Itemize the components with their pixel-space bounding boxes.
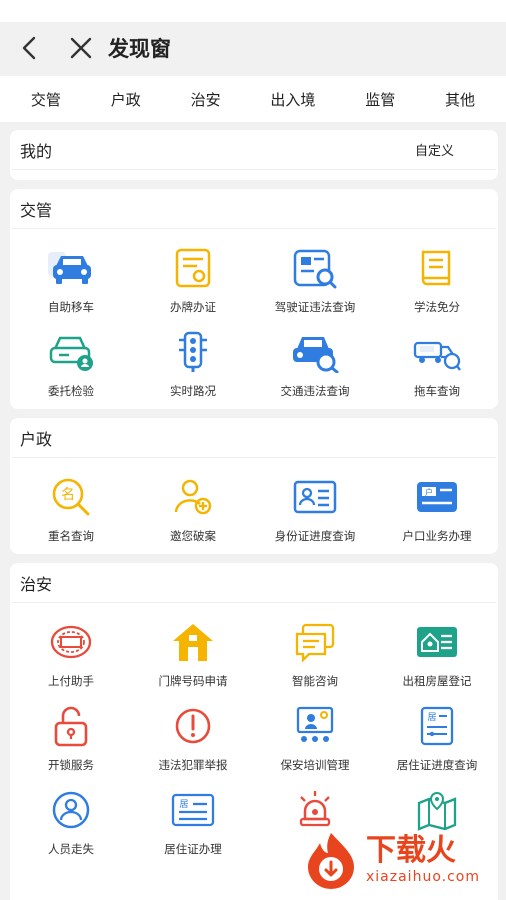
- service-plate-license[interactable]: 办牌办证: [132, 235, 254, 319]
- residence-card-icon: 居: [168, 787, 218, 833]
- car-icon: [46, 245, 96, 291]
- service-label: 违法犯罪举报: [158, 758, 228, 772]
- section-jiaoguan: 交管 自助移车 办牌办证 驾驶证违法查询 学法免分 委托检验 实时路况 交通违法…: [10, 189, 498, 409]
- license-search-icon: [290, 245, 340, 291]
- service-label: 保安培训管理: [280, 758, 350, 772]
- service-label: 学法免分: [414, 300, 460, 314]
- license-card-icon: [168, 245, 218, 291]
- service-label: 居住证办理: [164, 842, 222, 856]
- service-label: 重名查询: [48, 529, 94, 543]
- svg-text:居: 居: [179, 799, 188, 810]
- service-invite-solve[interactable]: 邀您破案: [132, 464, 254, 548]
- watermark-site: xiazaihuo.com: [366, 868, 480, 885]
- watermark: 下载火 xiazaihuo.com: [300, 826, 500, 894]
- service-traffic-live[interactable]: 实时路况: [132, 319, 254, 403]
- service-self-move-car[interactable]: 自助移车: [10, 235, 132, 319]
- service-label: 开锁服务: [48, 758, 94, 772]
- name-search-icon: 名: [46, 474, 96, 520]
- service-label: 交通违法查询: [280, 384, 350, 398]
- service-residence-card[interactable]: 居 居住证办理: [132, 777, 254, 861]
- service-label: 实时路况: [170, 384, 216, 398]
- svg-text:居: 居: [427, 712, 436, 723]
- service-label: 门牌号码申请: [158, 674, 228, 688]
- service-smart-consult[interactable]: 智能咨询: [254, 609, 376, 693]
- service-label: 办牌办证: [170, 300, 216, 314]
- status-bar: [0, 0, 506, 22]
- chevron-left-icon: [22, 36, 36, 60]
- service-label: 驾驶证违法查询: [274, 300, 356, 314]
- service-label: 智能咨询: [292, 674, 338, 688]
- category-tabs: 交管 户政 治安 出入境 监管 其他: [0, 76, 506, 122]
- service-unlock[interactable]: 开锁服务: [10, 693, 132, 777]
- tab-churujing[interactable]: 出入境: [266, 83, 319, 116]
- tab-huzheng[interactable]: 户政: [107, 83, 145, 116]
- book-icon: [412, 245, 462, 291]
- training-icon: [290, 703, 340, 749]
- close-button[interactable]: [68, 35, 94, 61]
- service-entrust-inspect[interactable]: 委托检验: [10, 319, 132, 403]
- service-stamp-helper[interactable]: 上付助手: [10, 609, 132, 693]
- traffic-light-icon: [168, 329, 218, 375]
- service-study-law[interactable]: 学法免分: [376, 235, 498, 319]
- chat-icon: [290, 619, 340, 665]
- service-name-query[interactable]: 名 重名查询: [10, 464, 132, 548]
- flame-logo-icon: [308, 833, 354, 889]
- tow-truck-icon: [412, 329, 462, 375]
- stamp-icon: [46, 619, 96, 665]
- residence-progress-icon: 居: [412, 703, 462, 749]
- service-label: 上付助手: [48, 674, 94, 688]
- rental-house-icon: [412, 619, 462, 665]
- section-title: 交管: [20, 200, 53, 220]
- mine-card: 我的 自定义: [10, 130, 498, 180]
- tab-qita[interactable]: 其他: [441, 83, 479, 116]
- tab-jianguan[interactable]: 监管: [361, 83, 399, 116]
- close-icon: [70, 37, 92, 59]
- back-button[interactable]: [16, 35, 42, 61]
- mine-title: 我的: [20, 141, 53, 161]
- section-title: 户政: [20, 429, 53, 449]
- car-search-icon: [290, 329, 340, 375]
- service-missing-person[interactable]: 人员走失: [10, 777, 132, 861]
- watermark-brand: 下载火: [366, 832, 456, 868]
- svg-text:户: 户: [425, 487, 433, 497]
- service-license-violation[interactable]: 驾驶证违法查询: [254, 235, 376, 319]
- tab-jiaoguan[interactable]: 交管: [27, 83, 65, 116]
- service-household[interactable]: 户 户口业务办理: [376, 464, 498, 548]
- service-label: 出租房屋登记: [402, 674, 472, 688]
- lock-icon: [46, 703, 96, 749]
- service-label: 人员走失: [48, 842, 94, 856]
- page-title: 发现窗: [108, 37, 171, 61]
- svg-text:名: 名: [61, 487, 75, 503]
- house-icon: [168, 619, 218, 665]
- service-label: 居住证进度查询: [396, 758, 478, 772]
- service-residence-progress[interactable]: 居 居住证进度查询: [376, 693, 498, 777]
- section-title: 治安: [20, 574, 53, 594]
- nav-bar: 发现窗: [0, 22, 506, 74]
- car-inspection-icon: [46, 329, 96, 375]
- service-label: 自助移车: [48, 300, 94, 314]
- service-id-progress[interactable]: 身份证进度查询: [254, 464, 376, 548]
- service-label: 户口业务办理: [402, 529, 472, 543]
- service-label: 邀您破案: [170, 529, 216, 543]
- alert-icon: [168, 703, 218, 749]
- service-rental-register[interactable]: 出租房屋登记: [376, 609, 498, 693]
- customize-link[interactable]: 自定义: [415, 140, 454, 159]
- person-add-icon: [168, 474, 218, 520]
- tab-zhian[interactable]: 治安: [187, 83, 225, 116]
- service-security-training[interactable]: 保安培训管理: [254, 693, 376, 777]
- id-card-icon: [290, 474, 340, 520]
- service-crime-report[interactable]: 违法犯罪举报: [132, 693, 254, 777]
- service-label: 委托检验: [48, 384, 94, 398]
- service-label: 身份证进度查询: [274, 529, 356, 543]
- service-tow-query[interactable]: 拖车查询: [376, 319, 498, 403]
- service-label: 拖车查询: [414, 384, 460, 398]
- missing-person-icon: [46, 787, 96, 833]
- section-huzheng: 户政 名 重名查询 邀您破案 身份证进度查询 户 户口业务办理: [10, 418, 498, 554]
- service-traffic-violation[interactable]: 交通违法查询: [254, 319, 376, 403]
- household-card-icon: 户: [412, 474, 462, 520]
- service-house-number[interactable]: 门牌号码申请: [132, 609, 254, 693]
